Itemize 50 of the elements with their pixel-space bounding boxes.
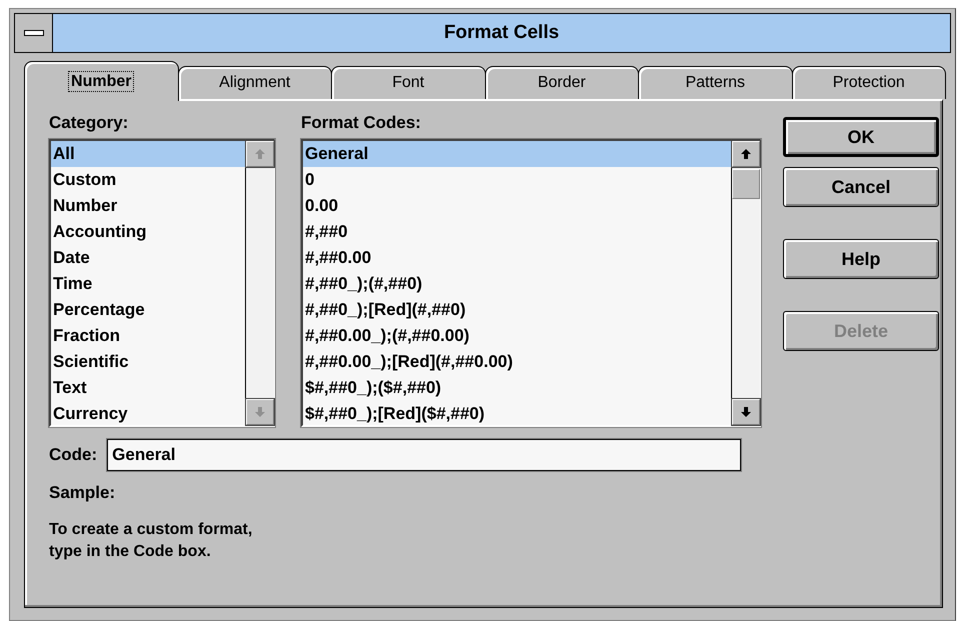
list-item[interactable]: Accounting [51, 219, 245, 245]
list-item[interactable]: 0.00 [303, 193, 731, 219]
down-arrow-icon [254, 406, 266, 418]
dialog-button[interactable]: Cancel [783, 167, 939, 207]
list-item[interactable]: Percentage [51, 297, 245, 323]
list-item[interactable]: Custom [51, 167, 245, 193]
list-item[interactable]: #,##0_);(#,##0) [303, 271, 731, 297]
list-item[interactable]: Text [51, 375, 245, 401]
list-item[interactable]: 0 [303, 167, 731, 193]
list-item[interactable]: Date [51, 245, 245, 271]
up-arrow-icon [254, 148, 266, 160]
sample-label: Sample: [49, 483, 116, 503]
list-item[interactable]: Currency [51, 401, 245, 425]
code-field[interactable]: General [107, 439, 742, 471]
list-item[interactable]: #,##0_);[Red](#,##0) [303, 297, 731, 323]
code-label: Code: [49, 445, 98, 465]
window-title: Format Cells [442, 21, 560, 45]
minus-icon [24, 30, 44, 36]
list-item[interactable]: General [303, 141, 731, 167]
hint-text: To create a custom format, type in the Code box. [49, 520, 254, 562]
scrollbar[interactable] [731, 141, 760, 425]
list-box[interactable]: All Custom Number Accounting Date Time Percentage Fraction Scientific Text Currency [49, 139, 275, 427]
scroll-thumb[interactable] [732, 169, 760, 199]
tab[interactable]: Patterns [638, 66, 792, 99]
list-item[interactable]: #,##0.00_);(#,##0.00) [303, 323, 731, 349]
list-label: Format Codes: [301, 113, 422, 133]
list-item[interactable]: Time [51, 271, 245, 297]
tab[interactable]: Alignment [178, 66, 332, 99]
tab[interactable]: Number [24, 61, 178, 101]
tab[interactable]: Font [331, 66, 486, 99]
list-box[interactable]: General 0 0.00 #,##0 #,##0.00 #,##0_);(#,##0) #,##0_);[Red](#,##0) #,##0.00_);(#,##0.00) #,##0.00_);[Red](#,##0.00) $#,##0_);($#,##0) $#,##0_);[Red]($#,##0) [301, 139, 761, 427]
list-label: Category: [49, 113, 130, 133]
list-item[interactable]: Fraction [51, 323, 245, 349]
list-item[interactable]: All [51, 141, 245, 167]
list-item[interactable]: #,##0.00_);[Red](#,##0.00) [303, 349, 731, 375]
list-item[interactable]: $#,##0_);($#,##0) [303, 375, 731, 401]
system-menu-button[interactable] [15, 14, 53, 52]
dialog-button[interactable]: Help [783, 239, 939, 279]
tab[interactable]: Border [484, 66, 639, 99]
scroll-arrow-button[interactable] [732, 141, 760, 167]
list-item[interactable]: Scientific [51, 349, 245, 375]
dialog-button[interactable]: OK [783, 117, 939, 157]
scroll-arrow-button[interactable] [732, 399, 760, 425]
list-item[interactable]: Number [51, 193, 245, 219]
tab[interactable]: Protection [792, 66, 946, 99]
list-item[interactable]: $#,##0_);[Red]($#,##0) [303, 401, 731, 425]
up-arrow-icon [740, 148, 752, 160]
list-item[interactable]: #,##0.00 [303, 245, 731, 271]
down-arrow-icon [740, 406, 752, 418]
list-item[interactable]: #,##0 [303, 219, 731, 245]
